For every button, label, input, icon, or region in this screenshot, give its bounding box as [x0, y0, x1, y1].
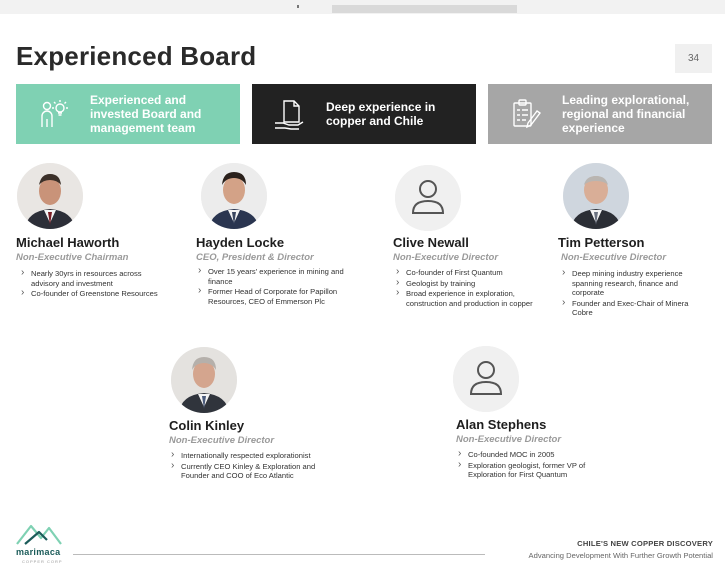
person-name: Michael Haworth: [16, 235, 120, 250]
page-number: 34: [675, 44, 712, 73]
person-role: Non-Executive Director: [393, 252, 499, 263]
bullet-item: Deep mining industry experience spanning…: [561, 268, 711, 298]
page-title: Experienced Board: [16, 41, 257, 71]
scroll-marker: [297, 5, 299, 8]
person-bullets: Over 15 years' experience in mining and …: [197, 266, 347, 307]
top-scrollbar[interactable]: [0, 0, 725, 14]
person-name: Hayden Locke: [196, 235, 285, 250]
bullet-item: Co-founder of First Quantum: [395, 267, 540, 278]
bullet-item: Geologist by training: [395, 278, 540, 289]
avatar-placeholder-icon: [395, 165, 461, 231]
footer-divider: [73, 554, 485, 555]
clipboard-pencil-icon: [488, 84, 562, 144]
avatar-tim-petterson: [563, 163, 629, 229]
person-role: Non-Executive Chairman: [16, 252, 129, 263]
banner-text: Experienced and invested Board and manag…: [90, 93, 202, 135]
avatar-michael-haworth: [17, 163, 83, 229]
banner-copper-chile: Deep experience in copper and Chile: [252, 84, 476, 144]
footer-tagline-sub: Advancing Development With Further Growt…: [528, 551, 713, 560]
avatar-hayden-locke: [201, 163, 267, 229]
people-idea-icon: [16, 84, 90, 144]
bullet-item: Exploration geologist, former VP of Expl…: [457, 460, 617, 480]
person-bullets: Co-founded MOC in 2005 Exploration geolo…: [457, 449, 617, 481]
logo-subtext: COPPER CORP: [22, 559, 63, 564]
logo-wordmark: marimaca: [16, 547, 61, 557]
bullet-item: Over 15 years' experience in mining and …: [197, 266, 347, 286]
bullet-item: Former Head of Corporate for Papillon Re…: [197, 286, 347, 306]
person-name: Clive Newall: [393, 235, 469, 250]
banner-text: Leading explorational, regional and fina…: [562, 93, 690, 135]
bullet-item: Currently CEO Kinley & Exploration and F…: [170, 461, 320, 481]
bullet-item: Nearly 30yrs in resources across advisor…: [20, 268, 160, 288]
bullet-item: Co-founded MOC in 2005: [457, 449, 617, 460]
bullet-item: Internationally respected explorationist: [170, 450, 320, 461]
person-bullets: Nearly 30yrs in resources across advisor…: [20, 268, 160, 300]
person-bullets: Deep mining industry experience spanning…: [561, 268, 711, 319]
hand-document-icon: [252, 84, 326, 144]
person-role: CEO, President & Director: [196, 252, 314, 263]
person-role: Non-Executive Director: [456, 434, 562, 445]
avatar-colin-kinley: [171, 347, 237, 413]
person-bullets: Co-founder of First Quantum Geologist by…: [395, 267, 540, 309]
avatar-placeholder-icon: [453, 346, 519, 412]
bullet-item: Broad experience in exploration, constru…: [395, 288, 540, 308]
scrollbar-thumb[interactable]: [332, 5, 517, 13]
person-role: Non-Executive Director: [561, 252, 667, 263]
person-name: Tim Petterson: [558, 235, 645, 250]
person-name: Alan Stephens: [456, 417, 547, 432]
person-bullets: Internationally respected explorationist…: [170, 450, 320, 482]
bullet-item: Founder and Exec-Chair of Minera Cobre: [561, 298, 711, 318]
person-role: Non-Executive Director: [169, 435, 275, 446]
banner-text: Deep experience in copper and Chile: [326, 100, 436, 128]
person-name: Colin Kinley: [169, 418, 245, 433]
banner-board-team: Experienced and invested Board and manag…: [16, 84, 240, 144]
footer-tagline-title: CHILE'S NEW COPPER DISCOVERY: [577, 539, 713, 548]
banner-exploration-experience: Leading explorational, regional and fina…: [488, 84, 712, 144]
bullet-item: Co-founder of Greenstone Resources: [20, 288, 160, 299]
